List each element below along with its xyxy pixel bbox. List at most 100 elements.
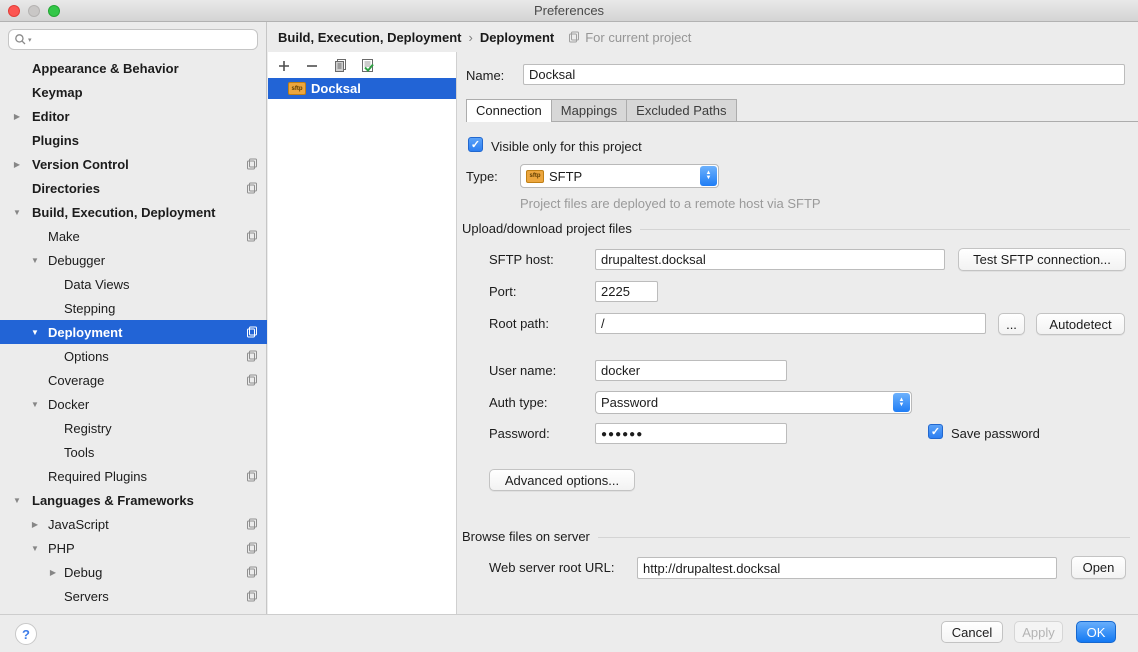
port-label: Port: xyxy=(489,284,516,299)
help-button[interactable]: ? xyxy=(15,623,37,645)
password-label: Password: xyxy=(489,426,550,441)
per-project-icon xyxy=(246,590,258,605)
type-hint: Project files are deployed to a remote h… xyxy=(520,196,821,211)
sftp-icon: sftp xyxy=(526,170,544,183)
sidebar-item-version-control[interactable]: ▶Version Control xyxy=(0,152,267,176)
sidebar-item-tools[interactable]: Tools xyxy=(0,440,267,464)
scope-note: For current project xyxy=(568,30,691,45)
tab-connection[interactable]: Connection xyxy=(466,99,552,122)
autodetect-button[interactable]: Autodetect xyxy=(1036,313,1125,335)
per-project-icon xyxy=(246,158,258,173)
add-server-button[interactable] xyxy=(275,57,293,75)
chevron-right-icon[interactable]: ▶ xyxy=(11,112,23,121)
auth-type-select[interactable]: Password ▲▼ xyxy=(595,391,912,414)
chevron-down-icon[interactable]: ▼ xyxy=(29,256,41,265)
sidebar-item-data-views[interactable]: Data Views xyxy=(0,272,267,296)
advanced-options-button[interactable]: Advanced options... xyxy=(489,469,635,491)
sidebar-item-build-execution-deployment[interactable]: ▼Build, Execution, Deployment xyxy=(0,200,267,224)
tab-excluded-paths[interactable]: Excluded Paths xyxy=(626,99,736,121)
search-options-caret-icon[interactable]: ▾ xyxy=(28,36,32,44)
chevron-down-icon[interactable]: ▼ xyxy=(11,208,23,217)
test-sftp-connection-button[interactable]: Test SFTP connection... xyxy=(958,248,1126,271)
checkmark-icon: ✓ xyxy=(471,138,480,151)
save-password-label: Save password xyxy=(951,426,1040,441)
sidebar-item-appearance-behavior[interactable]: Appearance & Behavior xyxy=(0,56,267,80)
server-list-toolbar xyxy=(268,52,456,78)
apply-button[interactable]: Apply xyxy=(1014,621,1063,643)
visible-only-checkbox[interactable]: ✓ xyxy=(468,137,483,152)
name-input[interactable] xyxy=(523,64,1125,85)
sidebar-item-required-plugins[interactable]: Required Plugins xyxy=(0,464,267,488)
chevron-down-icon[interactable]: ▼ xyxy=(29,544,41,553)
ok-button[interactable]: OK xyxy=(1076,621,1116,643)
per-project-icon xyxy=(246,374,258,389)
stepper-icon: ▲▼ xyxy=(893,393,910,412)
type-select[interactable]: sftp SFTP ▲▼ xyxy=(520,164,719,188)
remove-server-button[interactable] xyxy=(303,57,321,75)
settings-search-input[interactable]: ▾ xyxy=(8,29,258,50)
dialog-footer: ? Cancel Apply OK xyxy=(0,614,1138,652)
sidebar-item-servers[interactable]: Servers xyxy=(0,584,267,608)
sidebar-item-editor[interactable]: ▶Editor xyxy=(0,104,267,128)
window-titlebar: Preferences xyxy=(0,0,1138,22)
sidebar-item-stepping[interactable]: Stepping xyxy=(0,296,267,320)
settings-tabs: Connection Mappings Excluded Paths xyxy=(466,99,1138,122)
auth-type-label: Auth type: xyxy=(489,395,548,410)
breadcrumb: Build, Execution, Deployment › Deploymen… xyxy=(268,22,1138,52)
chevron-down-icon[interactable]: ▼ xyxy=(29,400,41,409)
sidebar-item-deployment[interactable]: ▼Deployment xyxy=(0,320,267,344)
chevron-down-icon[interactable]: ▼ xyxy=(11,496,23,505)
open-url-button[interactable]: Open xyxy=(1071,556,1126,579)
per-project-icon xyxy=(246,182,258,197)
minimize-window-button[interactable] xyxy=(28,5,40,17)
save-password-checkbox[interactable]: ✓ xyxy=(928,424,943,439)
sftp-host-input[interactable] xyxy=(595,249,945,270)
sidebar-item-php[interactable]: ▼PHP xyxy=(0,536,267,560)
traffic-lights xyxy=(8,5,60,17)
sidebar-item-docker[interactable]: ▼Docker xyxy=(0,392,267,416)
sidebar-item-languages-frameworks[interactable]: ▼Languages & Frameworks xyxy=(0,488,267,512)
checkmark-icon: ✓ xyxy=(931,425,940,438)
cancel-button[interactable]: Cancel xyxy=(941,621,1003,643)
sidebar-item-coverage[interactable]: Coverage xyxy=(0,368,267,392)
breadcrumb-separator-icon: › xyxy=(468,30,472,45)
zoom-window-button[interactable] xyxy=(48,5,60,17)
name-label: Name: xyxy=(466,68,504,83)
chevron-right-icon[interactable]: ▶ xyxy=(47,568,59,577)
sidebar-item-keymap[interactable]: Keymap xyxy=(0,80,267,104)
chevron-right-icon[interactable]: ▶ xyxy=(11,160,23,169)
sftp-host-label: SFTP host: xyxy=(489,252,554,267)
settings-sidebar: ▾ Appearance & Behavior Keymap ▶Editor P… xyxy=(0,22,267,614)
user-name-input[interactable] xyxy=(595,360,787,381)
web-root-input[interactable] xyxy=(637,557,1057,579)
type-select-value: SFTP xyxy=(549,169,582,184)
root-path-input[interactable] xyxy=(595,313,986,334)
per-project-icon xyxy=(246,350,258,365)
tab-mappings[interactable]: Mappings xyxy=(551,99,627,121)
server-list-item-docksal[interactable]: sftp Docksal xyxy=(268,78,456,99)
user-name-label: User name: xyxy=(489,363,556,378)
type-label: Type: xyxy=(466,169,498,184)
use-as-default-button[interactable] xyxy=(359,57,377,75)
sidebar-item-make[interactable]: Make xyxy=(0,224,267,248)
browse-root-path-button[interactable]: ... xyxy=(998,313,1025,335)
stepper-icon: ▲▼ xyxy=(700,166,717,186)
sidebar-item-debug[interactable]: ▶Debug xyxy=(0,560,267,584)
sidebar-item-directories[interactable]: Directories xyxy=(0,176,267,200)
password-input[interactable] xyxy=(595,423,787,444)
sidebar-item-javascript[interactable]: ▶JavaScript xyxy=(0,512,267,536)
copy-server-button[interactable] xyxy=(331,57,349,75)
breadcrumb-parent[interactable]: Build, Execution, Deployment xyxy=(278,30,461,45)
sidebar-item-debugger[interactable]: ▼Debugger xyxy=(0,248,267,272)
port-input[interactable] xyxy=(595,281,658,302)
chevron-down-icon[interactable]: ▼ xyxy=(29,328,41,337)
sidebar-item-registry[interactable]: Registry xyxy=(0,416,267,440)
close-window-button[interactable] xyxy=(8,5,20,17)
search-icon xyxy=(14,33,27,46)
sidebar-item-plugins[interactable]: Plugins xyxy=(0,128,267,152)
per-project-icon xyxy=(246,542,258,557)
deployment-settings-form: Name: Connection Mappings Excluded Paths… xyxy=(457,52,1138,614)
chevron-right-icon[interactable]: ▶ xyxy=(29,520,41,529)
per-project-icon xyxy=(246,326,258,341)
sidebar-item-options[interactable]: Options xyxy=(0,344,267,368)
